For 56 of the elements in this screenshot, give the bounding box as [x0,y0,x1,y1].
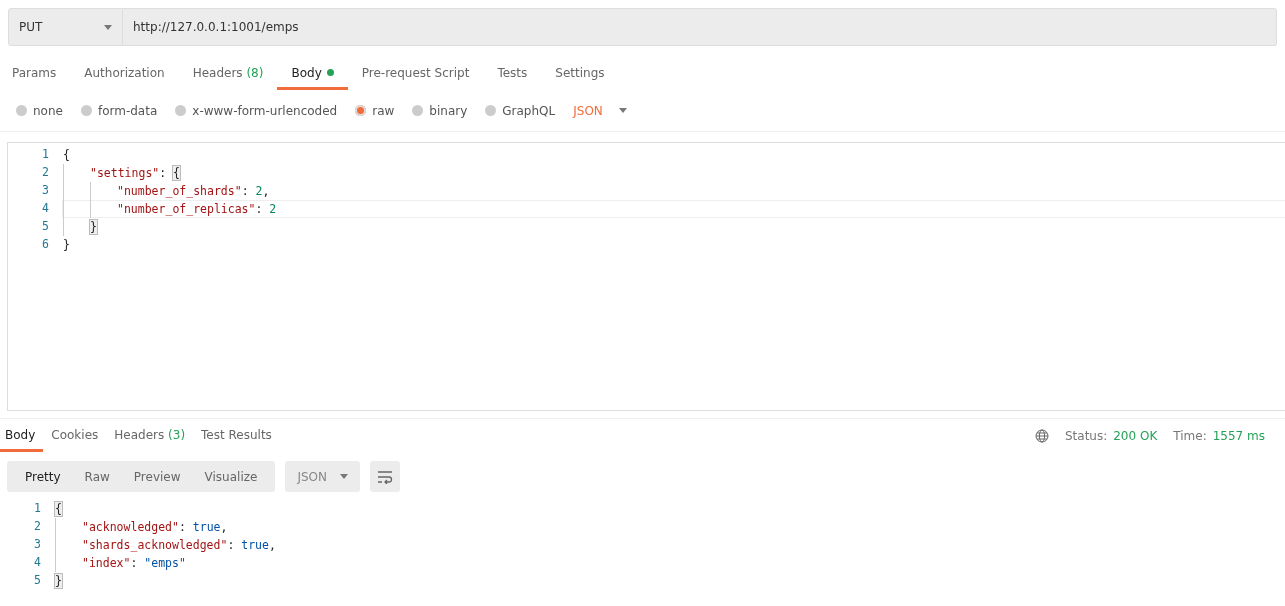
code-line: "acknowledged": true, [54,518,1285,536]
view-mode-tab[interactable]: Visualize [192,461,270,492]
line-number: 4 [41,200,49,218]
globe-icon[interactable] [1034,428,1049,443]
line-number: 5 [41,218,49,236]
view-mode-tab[interactable]: Preview [121,461,193,492]
code-line: } [62,237,71,254]
request-tab[interactable]: Settings [541,58,619,90]
request-tab[interactable]: Authorization [70,58,179,90]
line-number: 1 [41,146,49,164]
request-tab[interactable]: Headers (8) [178,58,278,90]
line-number: 5 [33,572,41,590]
code-line: "settings": { [62,164,1285,182]
line-number: 2 [41,164,49,182]
caret-icon [618,108,627,113]
body-type-radio[interactable]: raw [355,101,395,120]
time-value: 1557 ms [1212,427,1265,445]
response-tab[interactable]: Body [0,421,44,452]
request-tab[interactable]: Body [277,58,348,90]
code-editor[interactable]: 1 { 2 "settings": { 3 "number_of_shards": 2, 4 "number_of_replicas": 2 5 } 6 } [7,142,1285,411]
wrap-lines-icon [377,469,394,484]
view-mode-tab[interactable]: Raw [72,461,122,492]
body-type-radio[interactable]: form-data [80,101,158,120]
url-field[interactable]: http://127.0.0.1:1001/emps [123,8,1277,46]
code-line: } [62,218,1285,236]
status-label: Status: [1064,427,1108,445]
code-line: "shards_acknowledged": true, [54,536,1285,554]
caret-icon [340,474,349,479]
response-format-dropdown[interactable]: JSON [285,461,361,492]
request-tab[interactable]: Params [12,58,71,90]
line-number: 1 [33,500,41,518]
method-dropdown[interactable]: PUT [8,8,123,46]
line-number: 2 [33,518,41,536]
time-label: Time: [1173,427,1207,445]
body-type-radio[interactable]: none [16,101,63,120]
body-type-radio[interactable]: binary [412,101,468,120]
line-number: 6 [41,236,49,254]
caret-icon [104,24,112,30]
status-value: 200 OK [1113,427,1158,445]
code-line: "index": "emps" [54,554,1285,572]
format-dropdown[interactable]: JSON [573,101,627,120]
code-line: "number_of_shards": 2, [62,182,1285,200]
code-line: { [62,147,71,164]
body-type-radio[interactable]: GraphQL [485,101,556,120]
view-mode-tab[interactable]: Pretty [13,461,73,492]
code-line: "number_of_replicas": 2 [62,200,1285,218]
body-type-radio[interactable]: x-www-form-urlencoded [175,101,338,120]
line-number: 3 [33,536,41,554]
wrap-lines-button[interactable] [370,461,401,492]
response-tab[interactable]: Test Results [193,421,280,452]
line-number: 4 [33,554,41,572]
response-tab[interactable]: Cookies [43,421,107,452]
request-tab[interactable]: Tests [483,58,542,90]
request-tab[interactable]: Pre-request Script [347,58,484,90]
line-number: 3 [41,182,49,200]
response-tab[interactable]: Headers (3) [106,421,194,452]
